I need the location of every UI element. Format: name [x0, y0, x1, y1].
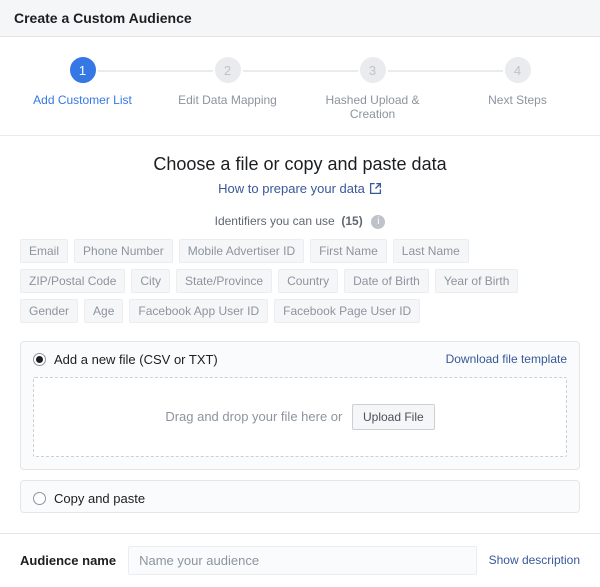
help-link[interactable]: How to prepare your data [20, 181, 580, 196]
tag-city[interactable]: City [131, 269, 170, 293]
step-1-number: 1 [68, 55, 98, 85]
tag-age[interactable]: Age [84, 299, 123, 323]
step-3-label: Hashed Upload & Creation [303, 93, 443, 121]
copy-paste-radio[interactable]: Copy and paste [33, 491, 145, 506]
upload-file-button[interactable]: Upload File [352, 404, 435, 430]
dropzone[interactable]: Drag and drop your file here or Upload F… [33, 377, 567, 457]
step-2-number: 2 [213, 55, 243, 85]
tag-country[interactable]: Country [278, 269, 338, 293]
tag-last-name[interactable]: Last Name [393, 239, 469, 263]
tag-first-name[interactable]: First Name [310, 239, 387, 263]
step-4-number: 4 [503, 55, 533, 85]
info-icon[interactable]: i [371, 215, 385, 229]
radio-icon [33, 353, 46, 366]
radio-icon [33, 492, 46, 505]
tag-phone[interactable]: Phone Number [74, 239, 173, 263]
tag-state[interactable]: State/Province [176, 269, 272, 293]
step-2[interactable]: 2 Edit Data Mapping [158, 55, 298, 121]
tag-email[interactable]: Email [20, 239, 68, 263]
add-file-label: Add a new file (CSV or TXT) [54, 352, 218, 367]
identifier-tags: Email Phone Number Mobile Advertiser ID … [20, 239, 580, 323]
dropzone-text: Drag and drop your file here or [165, 409, 342, 424]
step-2-label: Edit Data Mapping [178, 93, 277, 107]
tag-yob[interactable]: Year of Birth [435, 269, 519, 293]
tag-zip[interactable]: ZIP/Postal Code [20, 269, 125, 293]
add-file-radio[interactable]: Add a new file (CSV or TXT) [33, 352, 218, 367]
show-description-link[interactable]: Show description [489, 553, 580, 567]
copy-paste-panel: Copy and paste [20, 480, 580, 513]
audience-name-label: Audience name [20, 553, 116, 568]
step-4[interactable]: 4 Next Steps [448, 55, 588, 121]
identifiers-count: (15) [341, 214, 362, 228]
step-4-label: Next Steps [488, 93, 547, 107]
external-link-icon [369, 182, 382, 195]
step-3-number: 3 [358, 55, 388, 85]
stepper: 1 Add Customer List 2 Edit Data Mapping … [0, 37, 600, 136]
tag-gender[interactable]: Gender [20, 299, 78, 323]
audience-name-input[interactable] [128, 546, 477, 575]
identifiers-label: Identifiers you can use [215, 214, 335, 228]
tag-mobile-advertiser-id[interactable]: Mobile Advertiser ID [179, 239, 304, 263]
tag-fb-page-user-id[interactable]: Facebook Page User ID [274, 299, 420, 323]
help-link-label: How to prepare your data [218, 181, 365, 196]
tag-dob[interactable]: Date of Birth [344, 269, 429, 293]
page-title: Choose a file or copy and paste data [20, 154, 580, 175]
footer: Audience name Show description [0, 533, 600, 587]
tag-fb-app-user-id[interactable]: Facebook App User ID [129, 299, 268, 323]
upload-file-panel: Add a new file (CSV or TXT) Download fil… [20, 341, 580, 470]
copy-paste-label: Copy and paste [54, 491, 145, 506]
identifiers-header: Identifiers you can use (15) i [20, 214, 580, 229]
download-template-link[interactable]: Download file template [446, 352, 567, 366]
step-3[interactable]: 3 Hashed Upload & Creation [303, 55, 443, 121]
step-1-label: Add Customer List [33, 93, 132, 107]
dialog-title: Create a Custom Audience [0, 0, 600, 37]
step-1[interactable]: 1 Add Customer List [13, 55, 153, 121]
